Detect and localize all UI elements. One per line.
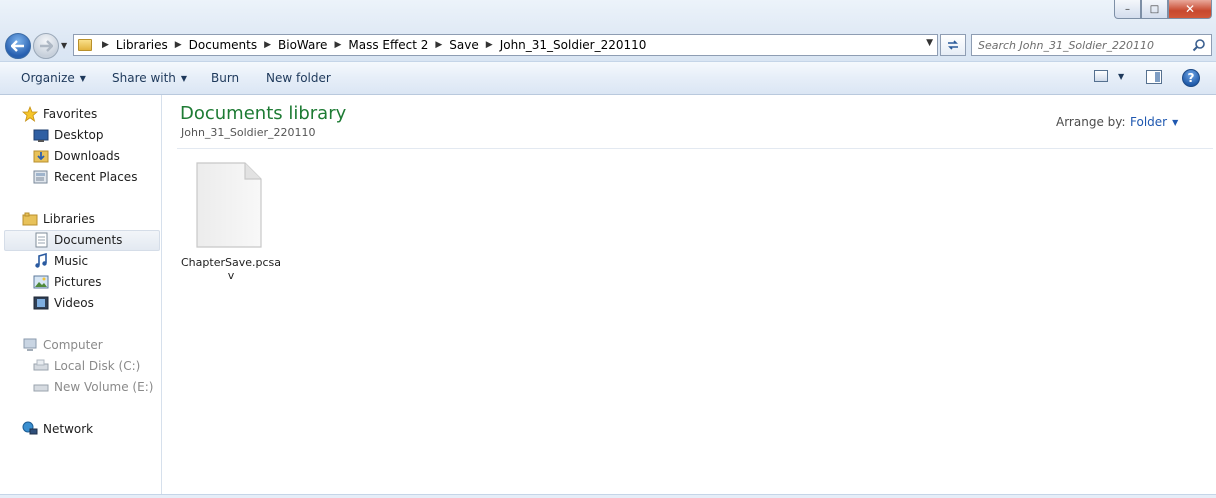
chevron-right-icon[interactable]: ▶ [171,40,186,50]
nav-recent-places[interactable]: Recent Places [33,168,137,186]
content-pane: Documents library John_31_Soldier_220110… [163,95,1216,498]
recent-pages-dropdown[interactable]: ▼ [61,41,67,50]
maximize-button[interactable]: □ [1141,0,1168,19]
desktop-icon [33,129,49,142]
breadcrumb-save[interactable]: Save [446,38,481,52]
divider [177,148,1213,149]
close-icon: ✕ [1184,2,1196,16]
nav-documents[interactable]: Documents [33,231,122,249]
arrow-left-icon [11,40,24,52]
network-icon [22,421,38,435]
breadcrumb-bioware[interactable]: BioWare [275,38,330,52]
arrow-right-icon [40,40,53,52]
new-folder-button[interactable]: New folder [266,71,331,85]
folder-icon [78,39,92,51]
star-icon [22,106,38,122]
library-title: Documents library [180,103,347,124]
nav-favorites[interactable]: Favorites [22,105,97,123]
file-name: ChapterSave.pcsav [181,256,281,282]
title-bar: – □ ✕ ▼ ▶ Libraries ▶ Documents ▶ BioWar… [0,0,1216,62]
chevron-right-icon[interactable]: ▶ [260,40,275,50]
close-button[interactable]: ✕ [1168,0,1212,19]
chevron-right-icon[interactable]: ▶ [98,40,113,50]
preview-pane-button[interactable] [1146,70,1162,84]
refresh-button[interactable] [940,34,966,56]
navigation-pane: Favorites Desktop Downloads Recent Place… [0,95,162,498]
minimize-icon: – [1125,3,1130,15]
search-icon[interactable] [1192,38,1206,52]
nav-videos[interactable]: Videos [33,294,94,312]
burn-button[interactable]: Burn [211,71,239,85]
arrange-by-label: Arrange by: [1056,115,1126,129]
nav-network[interactable]: Network [22,420,93,438]
change-view-button[interactable]: ▼ [1094,70,1124,82]
chevron-down-icon: ▼ [79,73,86,83]
breadcrumb-current-folder[interactable]: John_31_Soldier_220110 [497,38,650,52]
search-box[interactable] [971,34,1212,56]
downloads-folder-icon [33,150,49,163]
organize-button[interactable]: Organize ▼ [21,71,86,85]
nav-local-disk[interactable]: Local Disk (C:) [33,357,140,375]
nav-desktop[interactable]: Desktop [33,126,104,144]
music-icon [35,253,47,268]
nav-downloads[interactable]: Downloads [33,147,120,165]
help-button[interactable]: ? [1182,69,1200,87]
chevron-down-icon: ▼ [180,73,188,83]
nav-music[interactable]: Music [33,252,88,270]
chevron-down-icon[interactable]: ▼ [1118,72,1124,81]
pictures-icon [33,275,49,289]
maximize-icon: □ [1149,3,1160,15]
nav-computer[interactable]: Computer [22,336,103,354]
help-icon: ? [1187,71,1195,85]
documents-icon [35,232,48,248]
view-icon [1094,70,1108,82]
drive-icon [33,384,49,392]
recent-places-icon [33,170,48,184]
libraries-icon [22,212,38,226]
breadcrumb-libraries[interactable]: Libraries [113,38,171,52]
chevron-right-icon[interactable]: ▶ [431,40,446,50]
minimize-button[interactable]: – [1114,0,1141,19]
forward-button[interactable] [33,33,59,59]
chevron-down-icon: ▼ [1172,117,1179,127]
search-input[interactable] [978,38,1188,52]
hard-disk-icon [33,359,49,371]
blank-file-icon [196,162,262,248]
address-dropdown-icon[interactable]: ▼ [926,38,933,48]
address-bar[interactable]: ▶ Libraries ▶ Documents ▶ BioWare ▶ Mass… [73,34,938,56]
back-button[interactable] [5,33,31,59]
share-with-button[interactable]: Share with ▼ [112,71,187,85]
library-subtitle: John_31_Soldier_220110 [181,126,316,139]
chevron-right-icon[interactable]: ▶ [330,40,345,50]
videos-icon [33,296,49,310]
nav-libraries[interactable]: Libraries [22,210,95,228]
breadcrumb-documents[interactable]: Documents [186,38,260,52]
chevron-right-icon[interactable]: ▶ [482,40,497,50]
window-controls: – □ ✕ [1114,0,1212,19]
nav-new-volume[interactable]: New Volume (E:) [33,378,153,396]
command-bar: Organize ▼ Share with ▼ Burn New folder ▼ … [0,62,1216,95]
computer-icon [23,338,37,351]
arrange-by-dropdown[interactable]: Folder ▼ [1130,115,1178,129]
refresh-icon [948,40,958,50]
nav-pictures[interactable]: Pictures [33,273,102,291]
breadcrumb-mass-effect-2[interactable]: Mass Effect 2 [345,38,431,52]
status-bar [0,494,1216,498]
